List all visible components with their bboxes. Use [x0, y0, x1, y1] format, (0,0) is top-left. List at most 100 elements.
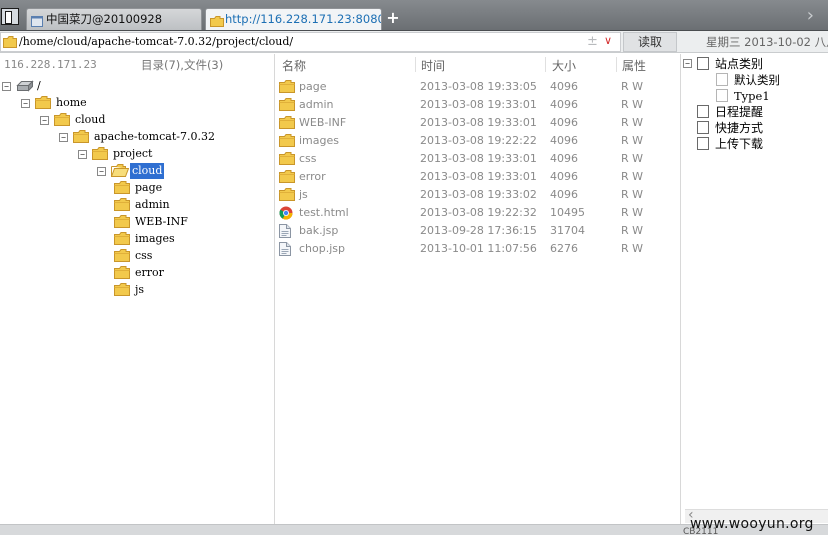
collapse-toggle-icon[interactable]: −: [40, 116, 49, 125]
collapse-toggle-icon[interactable]: −: [683, 59, 692, 68]
column-divider[interactable]: [415, 57, 416, 72]
tree-node[interactable]: − cloud: [0, 112, 270, 128]
plus-minus-icon[interactable]: ±: [587, 34, 598, 49]
category-item[interactable]: 快捷方式: [682, 120, 828, 136]
tree-node-label: /: [37, 79, 41, 92]
file-list-panel: 名称 时间 大小 属性 page 2013-03-08 19:33:05 4096 R…: [276, 54, 681, 524]
new-tab-button[interactable]: +: [386, 8, 400, 28]
category-item[interactable]: − 站点类别: [682, 56, 828, 72]
category-label: 上传下载: [715, 137, 764, 151]
file-row[interactable]: bak.jsp 2013-09-28 17:36:15 31704 R W: [276, 222, 681, 240]
category-icon: [697, 137, 709, 150]
item-count: 目录(7),文件(3): [141, 58, 224, 72]
tree-node[interactable]: − project: [0, 146, 270, 162]
collapse-toggle-icon[interactable]: −: [97, 167, 106, 176]
file-time: 2013-03-08 19:33:05: [420, 80, 537, 93]
tree-node[interactable]: WEB-INF: [0, 214, 270, 230]
file-name: test.html: [299, 206, 349, 219]
column-header-time[interactable]: 时间: [421, 57, 445, 74]
tree-node-label: js: [135, 283, 145, 296]
file-permissions: R W: [621, 116, 644, 129]
tree-node[interactable]: − cloud: [0, 163, 270, 179]
file-name: css: [299, 152, 317, 165]
file-time: 2013-10-01 11:07:56: [420, 242, 537, 255]
host-ip: 116.228.171.23: [4, 58, 97, 71]
tree-node[interactable]: page: [0, 180, 270, 196]
file-row[interactable]: page 2013-03-08 19:33:05 4096 R W: [276, 78, 681, 96]
file-time: 2013-03-08 19:33:01: [420, 98, 537, 111]
file-permissions: R W: [621, 188, 644, 201]
tree-node[interactable]: error: [0, 265, 270, 281]
file-size: 4096: [550, 170, 578, 183]
category-icon: [697, 105, 709, 118]
tree-node[interactable]: − /: [0, 78, 270, 94]
site-category-panel: − 站点类别 默认类别 Type1 日程提醒 快捷方式 上传下载: [682, 54, 828, 524]
tree-node[interactable]: − apache-tomcat-7.0.32: [0, 129, 270, 145]
category-item[interactable]: 默认类别: [682, 72, 828, 88]
category-label: Type1: [734, 89, 770, 103]
tree-node[interactable]: css: [0, 248, 270, 264]
column-divider[interactable]: [616, 57, 617, 72]
file-permissions: R W: [621, 98, 644, 111]
category-icon: [697, 121, 709, 134]
category-item[interactable]: Type1: [682, 88, 828, 104]
file-size: 4096: [550, 134, 578, 147]
file-size: 4096: [550, 80, 578, 93]
file-row[interactable]: test.html 2013-03-08 19:22:32 10495 R W: [276, 204, 681, 222]
window-icon: [31, 13, 43, 30]
column-header-size[interactable]: 大小: [552, 57, 576, 74]
file-permissions: R W: [621, 206, 644, 219]
collapse-toggle-icon[interactable]: −: [2, 82, 11, 91]
file-permissions: R W: [621, 152, 644, 165]
tab-main[interactable]: 中国菜刀@20100928: [26, 8, 202, 30]
document-icon: [716, 73, 728, 86]
category-item[interactable]: 上传下载: [682, 136, 828, 152]
file-permissions: R W: [621, 80, 644, 93]
chevron-right-icon[interactable]: ›: [807, 6, 814, 26]
column-header-perm[interactable]: 属性: [622, 57, 646, 74]
panel-toggle-icon[interactable]: [1, 8, 19, 25]
collapse-toggle-icon[interactable]: −: [78, 150, 87, 159]
file-row[interactable]: admin 2013-03-08 19:33:01 4096 R W: [276, 96, 681, 114]
category-item[interactable]: 日程提醒: [682, 104, 828, 120]
file-name: WEB-INF: [299, 116, 347, 129]
chevron-down-icon[interactable]: ∨: [604, 34, 612, 47]
path-text: /home/cloud/apache-tomcat-7.0.32/project…: [19, 35, 294, 48]
tree-node[interactable]: − home: [0, 95, 270, 111]
file-row[interactable]: error 2013-03-08 19:33:01 4096 R W: [276, 168, 681, 186]
file-icon: [279, 242, 291, 262]
file-size: 4096: [550, 152, 578, 165]
path-input[interactable]: /home/cloud/apache-tomcat-7.0.32/project…: [0, 32, 621, 52]
tree-node[interactable]: images: [0, 231, 270, 247]
file-name: bak.jsp: [299, 224, 339, 237]
folder-icon: [114, 283, 130, 301]
tab-file-manager[interactable]: http://116.228.171.23:8080/...: [205, 8, 382, 30]
file-row[interactable]: images 2013-03-08 19:22:22 4096 R W: [276, 132, 681, 150]
tree-node-label: cloud: [130, 163, 165, 179]
tree-node[interactable]: admin: [0, 197, 270, 213]
file-name: admin: [299, 98, 334, 111]
file-name: page: [299, 80, 327, 93]
file-time: 2013-03-08 19:22:22: [420, 134, 537, 147]
collapse-toggle-icon[interactable]: −: [21, 99, 30, 108]
file-size: 6276: [550, 242, 578, 255]
address-bar: /home/cloud/apache-tomcat-7.0.32/project…: [0, 31, 828, 53]
watermark: www.wooyun.org: [690, 516, 814, 532]
file-time: 2013-03-08 19:33:02: [420, 188, 537, 201]
column-header-name[interactable]: 名称: [282, 57, 306, 74]
tree-node[interactable]: js: [0, 282, 270, 298]
file-row[interactable]: WEB-INF 2013-03-08 19:33:01 4096 R W: [276, 114, 681, 132]
read-button[interactable]: 读取: [623, 32, 677, 52]
document-icon: [716, 89, 728, 102]
column-divider[interactable]: [545, 57, 546, 72]
file-row[interactable]: chop.jsp 2013-10-01 11:07:56 6276 R W: [276, 240, 681, 258]
folder-icon: [3, 36, 17, 51]
tree-node-label: admin: [135, 198, 170, 211]
collapse-toggle-icon[interactable]: −: [59, 133, 68, 142]
tree-node-label: project: [113, 147, 153, 160]
file-row[interactable]: js 2013-03-08 19:33:02 4096 R W: [276, 186, 681, 204]
file-size: 31704: [550, 224, 585, 237]
file-name: js: [299, 188, 308, 201]
file-row[interactable]: css 2013-03-08 19:33:01 4096 R W: [276, 150, 681, 168]
folder-icon: [210, 13, 224, 30]
